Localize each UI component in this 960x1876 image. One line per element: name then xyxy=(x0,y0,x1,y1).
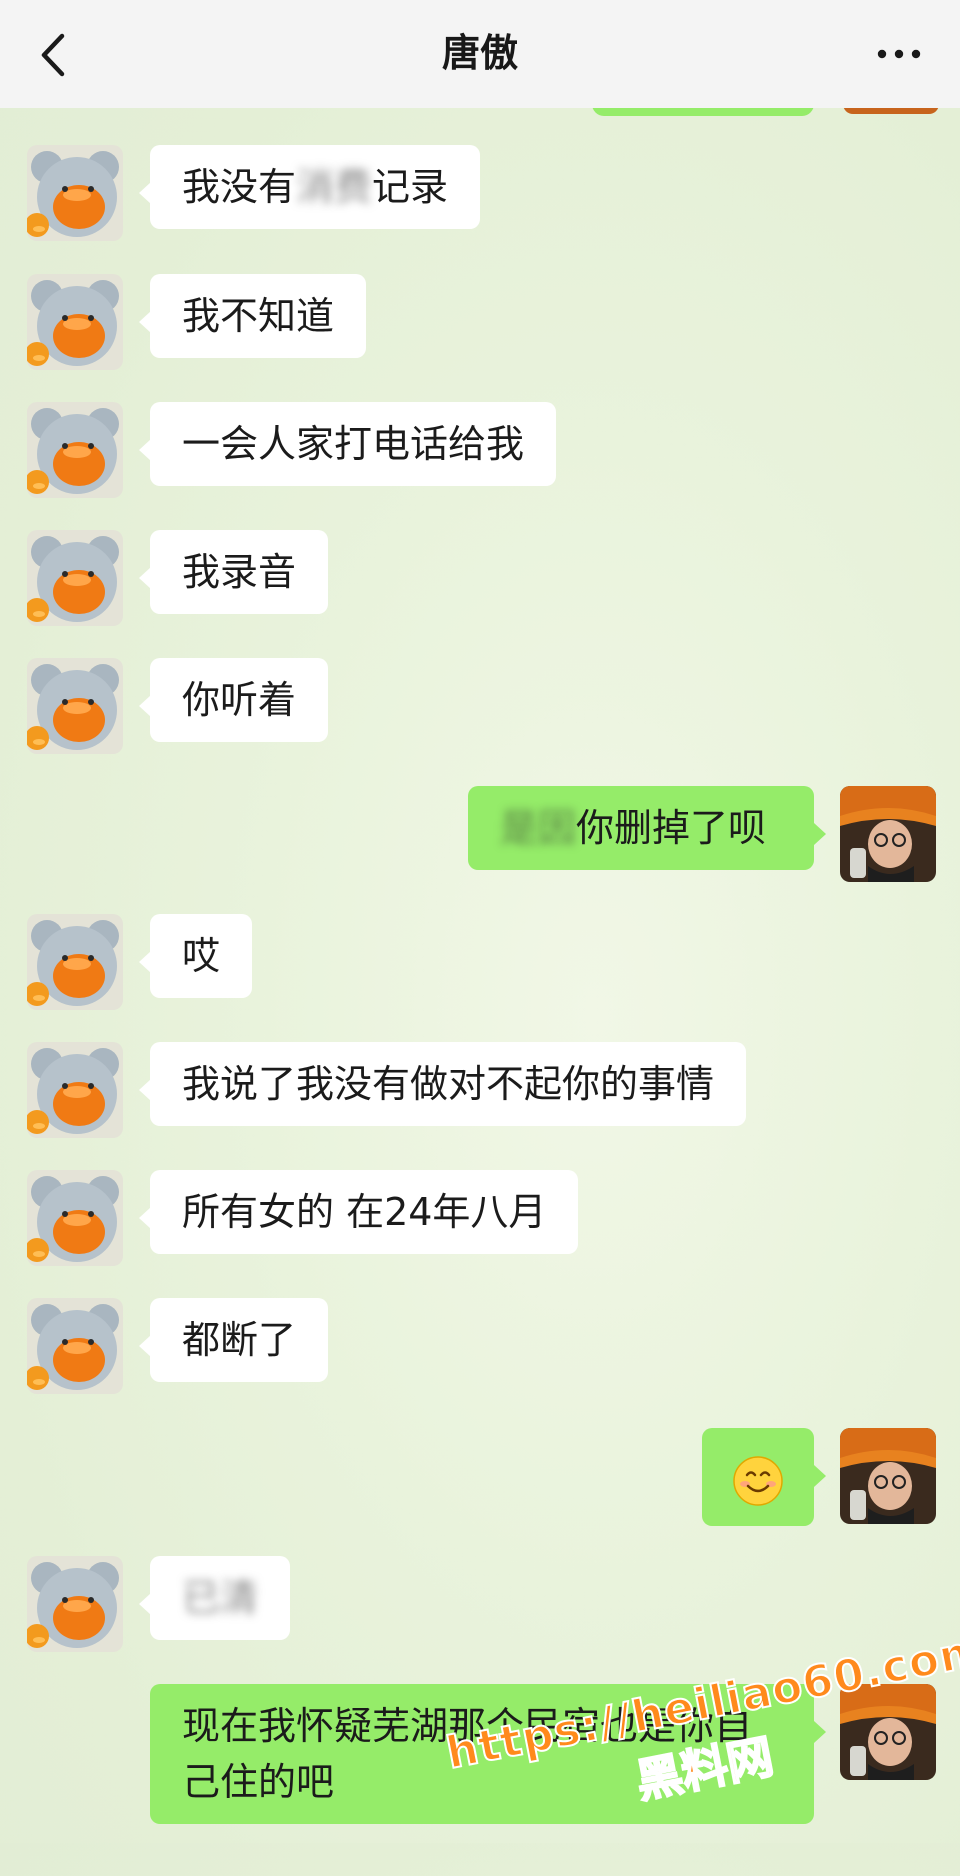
bubble-tail xyxy=(814,823,826,845)
more-horizontal-icon[interactable] xyxy=(874,34,924,74)
contact-avatar[interactable] xyxy=(27,658,123,754)
chat-title: 唐傲 xyxy=(441,31,518,75)
message-text: 哎 xyxy=(182,934,221,978)
message-text: 我录音 xyxy=(182,550,297,594)
outgoing-message-bubble[interactable] xyxy=(702,1428,814,1526)
redacted-text: 是因 xyxy=(500,806,577,850)
contact-avatar[interactable] xyxy=(27,1556,123,1652)
watermark: https://heiliao60.com 黑料网 xyxy=(441,1623,960,1876)
contact-avatar[interactable] xyxy=(27,1298,123,1394)
outgoing-message-bubble[interactable]: 是因你删掉了呗 xyxy=(468,786,814,870)
message-text: 我说了我没有做对不起你的事情 xyxy=(182,1062,715,1106)
incoming-message-bubble[interactable]: 哎 xyxy=(150,914,253,998)
message-text: 所有女的 在24年八月 xyxy=(182,1190,547,1234)
contact-avatar[interactable] xyxy=(27,530,123,626)
incoming-message-bubble[interactable]: 我不知道 xyxy=(150,274,367,358)
message-text: 我不知道 xyxy=(182,294,335,338)
incoming-message-bubble[interactable]: 已清 xyxy=(150,1556,291,1640)
contact-avatar[interactable] xyxy=(27,1042,123,1138)
contact-avatar[interactable] xyxy=(27,274,123,370)
incoming-message-bubble[interactable]: 所有女的 在24年八月 xyxy=(150,1170,579,1254)
contact-avatar[interactable] xyxy=(27,1170,123,1266)
self-avatar[interactable] xyxy=(840,1428,936,1524)
redacted-text: 已清 xyxy=(182,1576,259,1620)
incoming-message-bubble[interactable]: 我说了我没有做对不起你的事情 xyxy=(150,1042,747,1126)
message-text: 你听着 xyxy=(182,678,297,722)
message-text: 我没有消费记录 xyxy=(182,165,449,209)
incoming-message-bubble[interactable]: 我没有消费记录 xyxy=(150,145,481,229)
message-text: 一会人家打电话给我 xyxy=(182,422,525,466)
contact-avatar[interactable] xyxy=(27,402,123,498)
message-text: 你删掉了呗 xyxy=(576,806,767,850)
incoming-message-bubble[interactable]: 你听着 xyxy=(150,658,329,742)
message-text: 都断了 xyxy=(182,1318,297,1362)
navigation-bar: 唐傲 xyxy=(0,0,960,108)
incoming-message-bubble[interactable]: 都断了 xyxy=(150,1298,329,1382)
smile-emoji-icon xyxy=(733,1455,783,1506)
incoming-message-bubble[interactable]: 一会人家打电话给我 xyxy=(150,402,557,486)
incoming-message-bubble[interactable]: 我录音 xyxy=(150,530,329,614)
bubble-tail xyxy=(814,1465,826,1487)
contact-avatar[interactable] xyxy=(27,145,123,241)
self-avatar[interactable] xyxy=(840,786,936,882)
contact-avatar[interactable] xyxy=(27,914,123,1010)
